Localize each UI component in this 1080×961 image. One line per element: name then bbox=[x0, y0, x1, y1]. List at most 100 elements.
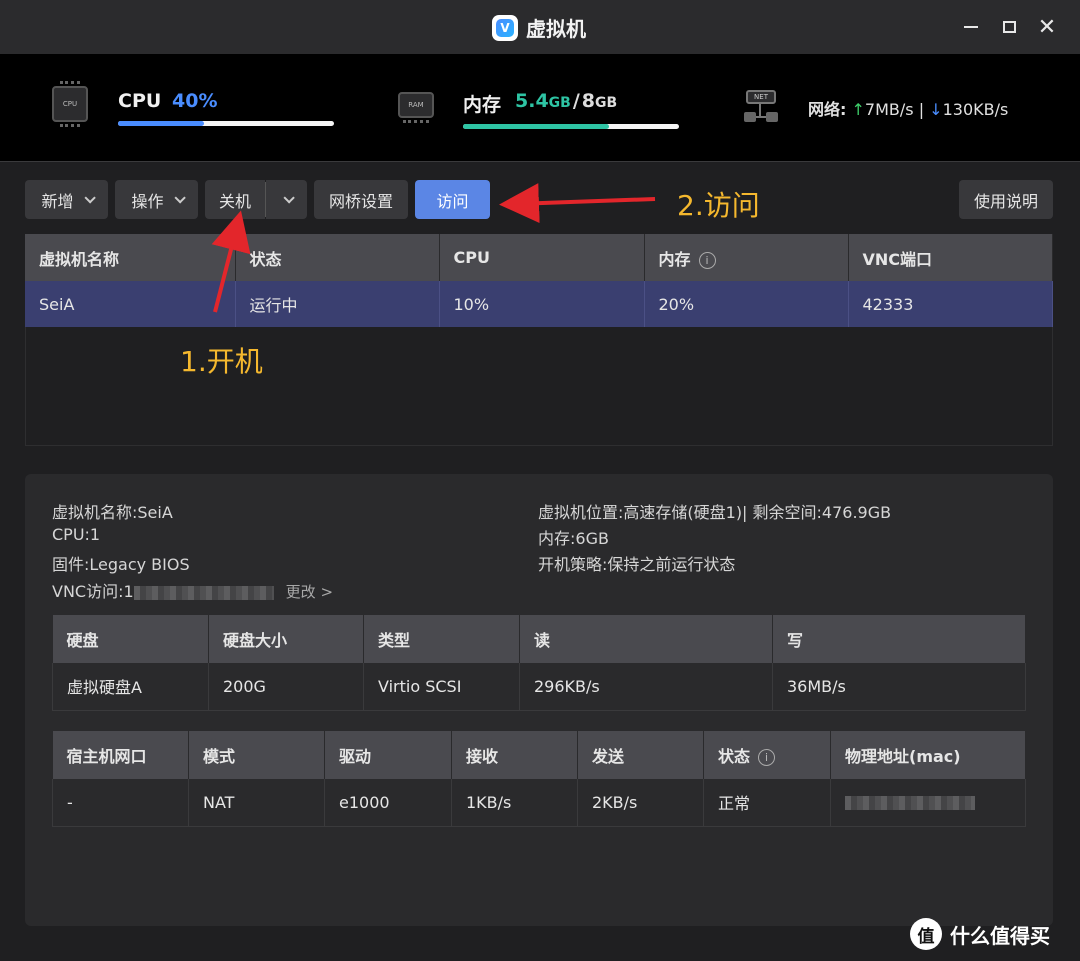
add-label: 新增 bbox=[41, 191, 74, 211]
disk-table: 硬盘 硬盘大小 类型 读 写 虚拟硬盘A 200G Virtio SCSI 29… bbox=[52, 615, 1026, 711]
ram-chip-icon: RAM bbox=[398, 92, 434, 123]
close-button[interactable]: ✕ bbox=[1034, 14, 1060, 40]
vm-table-header: 虚拟机名称 状态 CPU 内存 i VNC端口 bbox=[25, 234, 1053, 281]
ram-used-unit: GB bbox=[548, 95, 571, 111]
nic-mode-cell: NAT bbox=[188, 779, 325, 827]
logo-letter: V bbox=[496, 18, 514, 37]
net-box: NET bbox=[746, 90, 776, 104]
ram-total: 8 bbox=[581, 90, 596, 112]
nic-table: 宿主机网口 模式 驱动 接收 发送 状态 i 物理地址(mac) - NAT e1… bbox=[52, 731, 1026, 827]
watermark-text: 什么值得买 bbox=[950, 923, 1050, 948]
vm-table: 虚拟机名称 状态 CPU 内存 i VNC端口 SeiA 运行中 10% 20% … bbox=[25, 234, 1053, 327]
disk-write-cell: 36MB/s bbox=[772, 663, 1026, 711]
action-label: 操作 bbox=[131, 191, 164, 211]
col-vm-name: 虚拟机名称 bbox=[25, 234, 236, 281]
net-node-left bbox=[744, 112, 756, 122]
vnc-access-label: VNC访问:1 bbox=[52, 582, 134, 601]
col-disk-type: 类型 bbox=[363, 615, 520, 663]
detail-location: 虚拟机位置:高速存储(硬盘1)| 剩余空间:476.9GB bbox=[538, 503, 892, 522]
col-mac: 物理地址(mac) bbox=[830, 731, 1026, 779]
disk-read-cell: 296KB/s bbox=[519, 663, 773, 711]
ram-value: 5.4GB/8GB bbox=[515, 90, 617, 112]
table-row[interactable]: SeiA 运行中 10% 20% 42333 bbox=[25, 281, 1053, 327]
disk-size-cell: 200G bbox=[208, 663, 364, 711]
cpu-usage-bar bbox=[118, 121, 334, 126]
net-node-right bbox=[766, 112, 778, 122]
col-disk-size: 硬盘大小 bbox=[208, 615, 364, 663]
app-title-group: V 虚拟机 bbox=[492, 13, 586, 42]
detail-vm-name: 虚拟机名称:SeiA bbox=[52, 503, 173, 522]
nic-send-cell: 2KB/s bbox=[577, 779, 704, 827]
col-memory-label: 内存 bbox=[658, 249, 691, 269]
detail-boot-policy: 开机策略:保持之前运行状态 bbox=[538, 555, 736, 574]
bridge-settings-button[interactable]: 网桥设置 bbox=[314, 180, 408, 219]
maximize-icon bbox=[1002, 21, 1016, 33]
redacted-address bbox=[133, 585, 274, 600]
ram-total-unit: GB bbox=[595, 95, 618, 111]
disk-name-cell: 虚拟硬盘A bbox=[52, 663, 209, 711]
ram-usage-fill bbox=[463, 124, 609, 129]
col-memory: 内存 i bbox=[644, 234, 849, 281]
cpu-label: CPU bbox=[118, 90, 162, 112]
col-write: 写 bbox=[772, 615, 1026, 663]
shutdown-label: 关机 bbox=[218, 191, 251, 211]
info-icon[interactable]: i bbox=[698, 251, 716, 269]
info-icon[interactable]: i bbox=[758, 749, 776, 766]
ram-usage-bar bbox=[463, 124, 679, 129]
disk-type-cell: Virtio SCSI bbox=[363, 663, 520, 711]
cpu-value: 40% bbox=[172, 90, 218, 112]
download-arrow-icon: ↓ bbox=[929, 100, 943, 119]
chevron-down-icon bbox=[173, 191, 186, 204]
title-bar: V 虚拟机 ✕ bbox=[0, 0, 1080, 54]
shutdown-button[interactable]: 关机 bbox=[205, 180, 265, 219]
minimize-button[interactable] bbox=[958, 14, 984, 40]
col-nic-status: 状态 i bbox=[703, 731, 831, 779]
annotation-step-1: 1.开机 bbox=[180, 345, 263, 378]
col-vnc-port: VNC端口 bbox=[848, 234, 1053, 281]
power-menu-button[interactable] bbox=[266, 180, 307, 219]
nic-mac-cell bbox=[830, 779, 1026, 827]
col-driver: 驱动 bbox=[324, 731, 452, 779]
col-disk: 硬盘 bbox=[52, 615, 209, 663]
vm-cpu-cell: 10% bbox=[439, 281, 645, 327]
detail-cpu: CPU:1 bbox=[52, 525, 101, 544]
watermark-badge-icon: 值 bbox=[910, 918, 942, 950]
chevron-down-icon bbox=[83, 191, 96, 204]
cpu-chip-icon: CPU bbox=[52, 81, 88, 127]
vnc-change-link[interactable]: 更改 > bbox=[286, 583, 333, 601]
watermark: 值 什么值得买 bbox=[910, 918, 1050, 950]
disk-table-header: 硬盘 硬盘大小 类型 读 写 bbox=[52, 615, 1026, 663]
action-dropdown-button[interactable]: 操作 bbox=[115, 180, 198, 219]
detail-firmware: 固件:Legacy BIOS bbox=[52, 555, 190, 574]
col-cpu: CPU bbox=[439, 234, 645, 281]
col-host-port: 宿主机网口 bbox=[52, 731, 189, 779]
help-button[interactable]: 使用说明 bbox=[959, 180, 1053, 219]
arrow-to-access bbox=[499, 183, 656, 224]
ram-sep: / bbox=[572, 90, 580, 112]
upload-arrow-icon: ↑ bbox=[851, 100, 865, 119]
redacted-mac bbox=[845, 796, 975, 811]
ram-label: 内存 bbox=[463, 94, 502, 116]
access-button[interactable]: 访问 bbox=[415, 180, 490, 219]
col-status: 状态 bbox=[235, 234, 440, 281]
detail-vnc: VNC访问:1 更改 > bbox=[52, 578, 333, 602]
resource-monitor: CPU CPU 40% RAM 内存 5.4GB/8GB NET 网络: ↑7M… bbox=[0, 54, 1080, 162]
nic-status-cell: 正常 bbox=[703, 779, 831, 827]
maximize-button[interactable] bbox=[996, 14, 1022, 40]
detail-memory: 内存:6GB bbox=[538, 529, 609, 548]
nic-driver-cell: e1000 bbox=[324, 779, 452, 827]
col-read: 读 bbox=[519, 615, 773, 663]
network-stats: 网络: ↑7MB/s | ↓130KB/s bbox=[808, 96, 1008, 120]
chevron-down-icon bbox=[282, 191, 295, 204]
net-sep: | bbox=[918, 100, 925, 119]
app-logo-icon: V bbox=[492, 14, 518, 41]
add-dropdown-button[interactable]: 新增 bbox=[25, 180, 108, 219]
vm-memory-cell: 20% bbox=[644, 281, 849, 327]
window-title: 虚拟机 bbox=[526, 17, 586, 41]
vm-status-cell: 运行中 bbox=[235, 281, 440, 327]
upload-speed: 7MB/s bbox=[864, 100, 914, 119]
col-send: 发送 bbox=[577, 731, 704, 779]
table-row[interactable]: 虚拟硬盘A 200G Virtio SCSI 296KB/s 36MB/s bbox=[52, 663, 1026, 711]
table-row[interactable]: - NAT e1000 1KB/s 2KB/s 正常 bbox=[52, 779, 1026, 827]
col-mode: 模式 bbox=[188, 731, 325, 779]
